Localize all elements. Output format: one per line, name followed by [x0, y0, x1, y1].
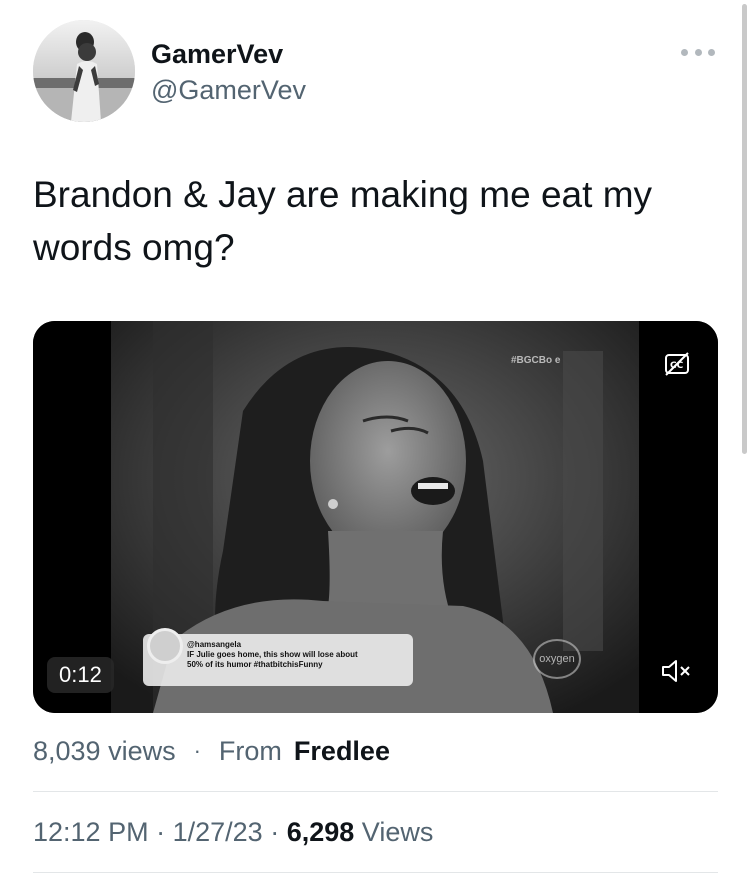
closed-captions-icon[interactable]: CC — [664, 351, 690, 377]
source-account-link[interactable]: Fredlee — [294, 732, 390, 770]
ticker-line-1: IF Julie goes home, this show will lose … — [187, 650, 358, 659]
tweet-header: GamerVev @GamerVev — [33, 20, 723, 124]
views-label: Views — [361, 817, 434, 847]
video-player[interactable]: #BGCBo e @hamsangela IF Julie goes home,… — [33, 321, 718, 713]
separator-dot: · — [270, 817, 287, 847]
avatar[interactable] — [33, 20, 135, 122]
ticker-line-2: 50% of its humor #thatbitchisFunny — [187, 660, 323, 669]
divider — [33, 791, 718, 792]
video-duration: 0:12 — [47, 657, 114, 693]
network-logo: oxygen — [533, 639, 581, 679]
separator-dot: · — [193, 738, 201, 763]
display-name[interactable]: GamerVev — [151, 37, 306, 71]
ticker-user: @hamsangela — [187, 640, 242, 649]
from-label: From — [218, 736, 282, 766]
video-view-count: 8,039 views — [33, 736, 176, 766]
tweet-time[interactable]: 12:12 PM — [33, 817, 149, 847]
speaker-muted-icon[interactable] — [660, 657, 692, 685]
twitter-bird-icon — [147, 628, 183, 664]
tweet-text: Brandon & Jay are making me eat my words… — [33, 174, 653, 268]
overlay-hashtag: #BGCBo e — [511, 355, 561, 366]
user-handle[interactable]: @GamerVev — [151, 73, 306, 107]
divider — [33, 872, 718, 873]
page-scrollbar[interactable] — [742, 4, 747, 454]
tweet-meta: 12:12 PM · 1/27/23 · 6,298 Views — [33, 813, 433, 851]
tv-ticker: @hamsangela IF Julie goes home, this sho… — [143, 628, 413, 686]
separator-dot: · — [156, 817, 173, 847]
view-total-count[interactable]: 6,298 — [287, 817, 355, 847]
tweet-date[interactable]: 1/27/23 — [173, 817, 263, 847]
more-dots-icon[interactable] — [681, 46, 715, 58]
video-views-row: 8,039 views · From Fredlee — [33, 732, 390, 770]
